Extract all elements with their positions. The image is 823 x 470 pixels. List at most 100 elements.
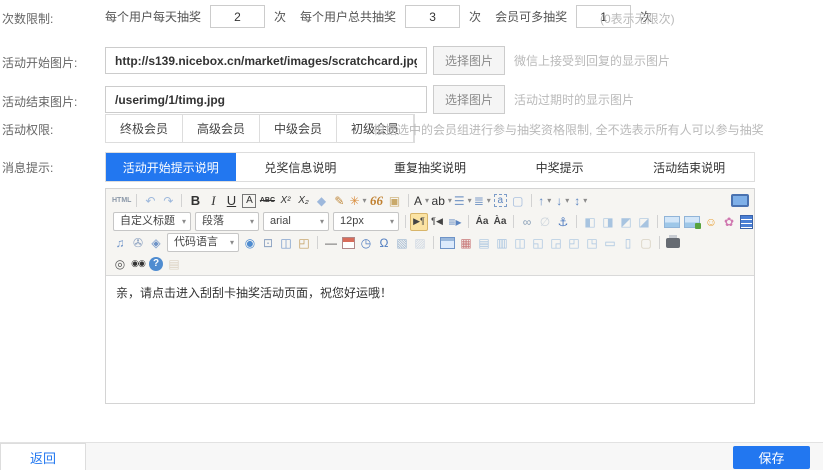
ordered-list-icon[interactable]: ☰▾ [453,192,473,210]
justify-full-icon[interactable]: ◪ [635,213,653,231]
special-chars-icon[interactable]: Ω [375,234,393,252]
eraser-icon[interactable]: ◆ [312,192,330,210]
end-image-input[interactable] [105,86,427,113]
limit-input[interactable] [405,5,460,28]
delete-table-icon[interactable]: ▦ [457,234,475,252]
word-image-icon[interactable]: ▧ [393,234,411,252]
font-size-select[interactable]: 12px▾ [333,212,399,231]
print-icon[interactable] [666,238,680,248]
selectall-icon[interactable]: a [494,194,507,207]
insert-code-icon[interactable]: ◉ [241,234,259,252]
member-btn-middle[interactable]: 中级会员 [260,115,337,142]
permission-hint: 根据选中的会员组进行参与抽奖资格限制, 全不选表示所有人可以参与抽奖 [373,121,764,138]
limit-input[interactable] [210,5,265,28]
format-brush-icon[interactable]: ✎ [330,192,348,210]
redo-icon[interactable]: ↷ [159,192,177,210]
music-icon[interactable]: ♫ [111,234,129,252]
table-title-icon[interactable]: ▤ [475,234,493,252]
direction-rtl-icon[interactable]: ¶◀ [428,213,446,231]
merge-right-icon[interactable]: ◱ [529,234,547,252]
justify-left-icon[interactable]: ◧ [581,213,599,231]
end-image-choose-button[interactable]: 选择图片 [433,85,505,114]
tab-activity-end[interactable]: 活动结束说明 [624,153,754,181]
split-cells-icon[interactable]: ▯ [619,234,637,252]
merge-cells-icon[interactable]: ◰ [565,234,583,252]
tab-redeem-info[interactable]: 兑奖信息说明 [236,153,366,181]
bold-icon[interactable]: B [186,192,204,210]
clear-doc-icon[interactable]: ▢ [509,192,527,210]
save-button[interactable]: 保存 [733,446,810,469]
insert-table-icon[interactable] [440,237,455,249]
limit-suffix: 次 [274,8,286,25]
custom-title-select[interactable]: 自定义标题▾ [113,212,191,231]
start-image-choose-button[interactable]: 选择图片 [433,46,505,75]
strikethrough-icon[interactable]: ABC [258,192,276,210]
tab-activity-start-tip[interactable]: 活动开始提示说明 [106,153,236,181]
start-image-input[interactable] [105,47,427,74]
doc-icon[interactable]: ▢ [637,234,655,252]
code-language-select[interactable]: 代码语言▾ [167,233,239,252]
snapscreen-icon[interactable]: ◰ [295,234,313,252]
toolbar-separator [433,236,434,249]
font-family-select[interactable]: arial▾ [263,212,329,231]
fullscreen-icon[interactable] [731,194,749,207]
editor-content-area[interactable]: 亲，请点击进入刮刮卡抽奖活动页面，祝您好运哦！ [106,276,754,404]
date-icon[interactable] [342,237,355,249]
insert-col-icon[interactable]: ◫ [511,234,529,252]
unordered-list-icon[interactable]: ≣▾ [473,192,492,210]
pagebreak-icon[interactable]: ⊡ [259,234,277,252]
insert-row-icon[interactable]: ▥ [493,234,511,252]
member-btn-ultimate[interactable]: 终极会员 [106,115,183,142]
indent-icon[interactable]: ≡▸ [446,213,464,231]
to-lowercase-icon[interactable]: Àa [491,213,509,231]
font-color-icon[interactable]: A▾ [413,192,431,210]
direction-ltr-icon[interactable]: ▶¶ [410,213,428,231]
tab-winning-tip[interactable]: 中奖提示 [495,153,625,181]
image-icon[interactable] [664,216,680,228]
line-height-icon[interactable]: ↕▾ [572,192,590,210]
map-icon[interactable]: ◈ [147,234,165,252]
paragraph-after-icon[interactable]: ↓▾ [554,192,572,210]
image-transfer-icon[interactable]: ▨ [411,234,429,252]
paragraph-before-icon[interactable]: ↑▾ [536,192,554,210]
paste-icon[interactable]: ▤ [165,255,183,273]
link-icon[interactable]: ∞ [518,213,536,231]
merge-down-icon[interactable]: ◲ [547,234,565,252]
font-border-icon[interactable]: A [242,194,256,208]
justify-right-icon[interactable]: ◩ [617,213,635,231]
to-uppercase-icon[interactable]: Áa [473,213,491,231]
emotion-icon[interactable]: ☺ [702,213,720,231]
template-icon[interactable]: ◫ [277,234,295,252]
subscript-icon[interactable]: X₂ [294,192,312,210]
autotypeset-icon[interactable]: ✳▾ [348,192,367,210]
dropdown-caret-icon: ▾ [425,197,429,205]
insert-image-icon[interactable] [684,216,700,228]
time-icon[interactable]: ◷ [357,234,375,252]
search-replace-icon[interactable]: ◉◉ [129,255,147,273]
video-icon[interactable] [740,215,753,229]
preview-icon[interactable]: ◎ [111,255,129,273]
back-button[interactable]: 返回 [0,443,86,470]
underline-icon[interactable]: U [222,192,240,210]
blockquote-icon[interactable]: 66 [368,192,386,210]
paste-text-icon[interactable]: ▣ [386,192,404,210]
split-row-icon[interactable]: ◳ [583,234,601,252]
help-icon[interactable]: ? [149,257,163,271]
toolbar-row-3: ♫✇◈代码语言▾◉⊡◫◰—◷Ω▧▨▦▤▥◫◱◲◰◳▭▯▢ [108,232,752,253]
italic-icon[interactable]: I [204,192,222,210]
tab-repeat-draw[interactable]: 重复抽奖说明 [365,153,495,181]
html-source-icon[interactable]: HTML [111,192,132,210]
attachment-icon[interactable]: ✇ [129,234,147,252]
toolbar-row-2: 自定义标题▾段落▾arial▾12px▾ ▶¶¶◀≡▸ ÁaÀa ∞∅⚓ ◧◨◩◪ ☺✿ [108,211,752,232]
split-col-icon[interactable]: ▭ [601,234,619,252]
justify-center-icon[interactable]: ◨ [599,213,617,231]
highlight-color-icon[interactable]: ab▾ [431,192,453,210]
superscript-icon[interactable]: X² [276,192,294,210]
anchor-icon[interactable]: ⚓ [554,213,572,231]
paragraph-select[interactable]: 段落▾ [195,212,259,231]
scrawl-icon[interactable]: ✿ [720,213,738,231]
member-btn-senior[interactable]: 高级会员 [183,115,260,142]
unlink-icon[interactable]: ∅ [536,213,554,231]
undo-icon[interactable]: ↶ [141,192,159,210]
horizontal-rule-icon[interactable]: — [322,234,340,252]
